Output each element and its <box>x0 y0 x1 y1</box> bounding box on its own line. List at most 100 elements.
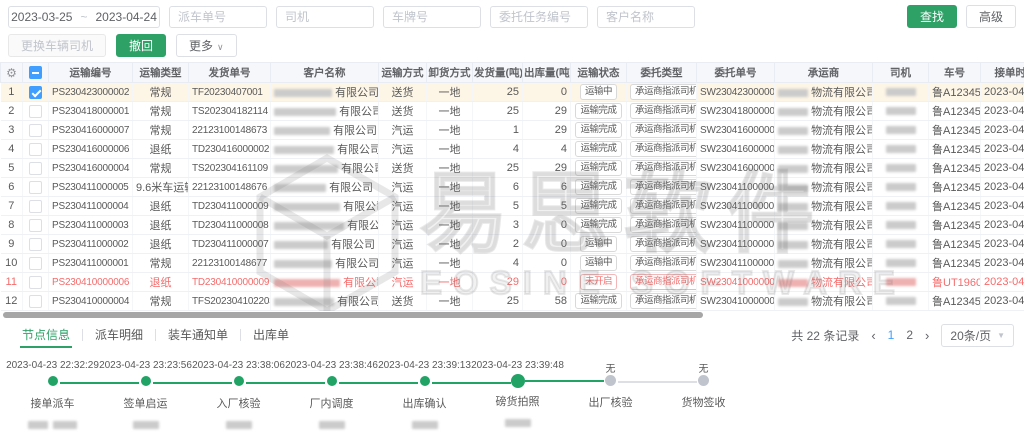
timeline-step-operator <box>378 416 471 425</box>
transport-status-cell: 运输完成 <box>571 216 627 235</box>
more-button[interactable]: 更多∨ <box>176 34 237 57</box>
row-checkbox[interactable] <box>29 124 42 137</box>
next-page-icon[interactable]: › <box>925 328 929 343</box>
row-index: 10 <box>1 254 23 273</box>
commission-type-badge: 承运商指派司机 <box>630 84 697 100</box>
timeline-step-label: 出厂核验 <box>564 394 657 410</box>
transport-type-cell: 常规 <box>133 292 189 311</box>
commission-type-badge: 承运商指派司机 <box>630 179 697 195</box>
carrier-name-redacted <box>778 222 808 230</box>
table-row[interactable]: 10PS230411000001常规22123100148677 有限公司汽运一… <box>1 254 1024 273</box>
select-all-checkbox[interactable] <box>29 66 42 79</box>
row-checkbox[interactable] <box>29 181 42 194</box>
customer-name-redacted <box>274 89 332 97</box>
timeline-step-time: 2023-04-23 23:23:56 <box>99 360 192 374</box>
driver-name-redacted <box>886 164 916 172</box>
unload-method-cell: 一地 <box>427 197 473 216</box>
tab-派车明细[interactable]: 派车明细 <box>83 322 155 348</box>
plate-no-cell: 鲁A12345 <box>929 216 981 235</box>
page-size-select[interactable]: 20条/页 ▼ <box>941 324 1014 347</box>
row-checkbox[interactable] <box>29 86 42 99</box>
transport-status-cell: 运输中 <box>571 254 627 273</box>
timeline-step-3: 2023-04-23 23:38:06入厂核验 <box>192 360 285 425</box>
column-header-3: 客户名称 <box>271 63 379 83</box>
carrier-cell: 物流有限公司 <box>775 83 873 102</box>
tab-出库单[interactable]: 出库单 <box>241 322 301 348</box>
customer-name-redacted <box>274 203 340 211</box>
out-qty-cell: 0 <box>523 216 571 235</box>
advanced-button[interactable]: 高级 <box>966 5 1016 28</box>
row-checkbox[interactable] <box>29 219 42 232</box>
table-row[interactable]: 1PS230423000002常规TF20230407001 有限公司送货一地2… <box>1 83 1024 102</box>
table-row[interactable]: 5PS230416000004常规TS202304161109 有限公司送货一地… <box>1 159 1024 178</box>
plate-no-cell: 鲁A12345 <box>929 197 981 216</box>
table-row[interactable]: 11PS230410000006退纸TD230410000009 有限公司汽运一… <box>1 273 1024 292</box>
transport-status-cell: 运输中 <box>571 235 627 254</box>
select-caret-icon: ▼ <box>997 331 1005 340</box>
row-checkbox-cell <box>23 197 49 216</box>
operator-name-redacted <box>133 421 159 429</box>
timeline-node-dot <box>48 376 58 386</box>
timeline-step-label: 出库确认 <box>378 395 471 411</box>
prev-page-icon[interactable]: ‹ <box>871 328 875 343</box>
dispatch-no-input[interactable] <box>169 6 267 28</box>
timeline-step-1: 2023-04-23 22:32:29接单派车 <box>6 360 99 425</box>
row-checkbox[interactable] <box>29 200 42 213</box>
commission-type-badge: 承运商指派司机 <box>630 198 697 214</box>
driver-input[interactable] <box>276 6 374 28</box>
tab-装车通知单[interactable]: 装车通知单 <box>156 322 240 348</box>
driver-name-redacted <box>886 297 916 305</box>
page-number-1[interactable]: 1 <box>888 328 895 342</box>
table-row[interactable]: 4PS230416000006退纸TD230416000002 有限公司汽运一地… <box>1 140 1024 159</box>
horizontal-scrollbar-thumb[interactable] <box>3 312 703 318</box>
operator-name-redacted <box>28 421 48 429</box>
transport-no-cell: PS230423000002 <box>49 83 133 102</box>
timeline-step-operator <box>99 416 192 425</box>
timeline-node-dot <box>141 376 151 386</box>
accept-time-cell: 2023-04-16 <box>981 140 1024 159</box>
tab-节点信息[interactable]: 节点信息 <box>10 322 82 348</box>
row-checkbox[interactable] <box>29 238 42 251</box>
row-checkbox[interactable] <box>29 295 42 308</box>
date-end: 2023-04-24 <box>96 10 157 24</box>
transport-no-cell: PS230411000004 <box>49 197 133 216</box>
page-number-2[interactable]: 2 <box>906 328 913 342</box>
customer-name-input[interactable] <box>597 6 695 28</box>
unload-method-cell: 一地 <box>427 102 473 121</box>
carrier-name-redacted <box>778 108 808 116</box>
row-checkbox-cell <box>23 102 49 121</box>
change-vehicle-driver-button[interactable]: 更换车辆司机 <box>8 34 106 57</box>
transport-method-cell: 送货 <box>379 159 427 178</box>
table-row[interactable]: 9PS230411000002退纸TD230411000007 有限公司汽运一地… <box>1 235 1024 254</box>
unload-method-cell: 一地 <box>427 254 473 273</box>
table-row[interactable]: 7PS230411000004退纸TD230411000009 有限公司汽运一地… <box>1 197 1024 216</box>
customer-name-redacted <box>274 241 328 249</box>
table-row[interactable]: 6PS2304110000059.6米车运输22123100148676 有限公… <box>1 178 1024 197</box>
row-checkbox[interactable] <box>29 143 42 156</box>
task-no-input[interactable] <box>490 6 588 28</box>
table-row[interactable]: 3PS230416000007常规22123100148673 有限公司汽运一地… <box>1 121 1024 140</box>
table-row[interactable]: 2PS230418000001常规TS202304182114 有限公司送货一地… <box>1 102 1024 121</box>
table-row[interactable]: 8PS230411000003退纸TD230411000008 有限公司汽运一地… <box>1 216 1024 235</box>
customer-name-redacted <box>274 260 332 268</box>
timeline-step-label: 货物签收 <box>657 394 750 410</box>
commission-type-badge: 承运商指派司机 <box>630 217 697 233</box>
row-checkbox[interactable] <box>29 276 42 289</box>
delivery-no-cell: 22123100148673 <box>189 121 271 140</box>
row-checkbox[interactable] <box>29 105 42 118</box>
row-checkbox[interactable] <box>29 257 42 270</box>
search-button[interactable]: 查找 <box>907 5 957 28</box>
plate-no-input[interactable] <box>383 6 481 28</box>
table-row[interactable]: 12PS230410000004常规TFS202304102203 有限公司送货… <box>1 292 1024 311</box>
date-range-picker[interactable]: 2023-03-25 ~ 2023-04-24 <box>8 6 160 28</box>
accept-time-cell: 2023-04-16 <box>981 159 1024 178</box>
select-all-header <box>23 63 49 83</box>
date-start: 2023-03-25 <box>11 10 72 24</box>
transport-no-cell: PS230410000006 <box>49 273 133 292</box>
withdraw-button[interactable]: 撤回 <box>116 34 166 57</box>
settings-gear-icon[interactable]: ⚙ <box>6 66 17 80</box>
commission-no-cell: SW230411000003 <box>697 216 775 235</box>
commission-type-cell: 承运商指派司机 <box>627 197 697 216</box>
timeline-dot-row <box>564 375 657 390</box>
row-checkbox[interactable] <box>29 162 42 175</box>
